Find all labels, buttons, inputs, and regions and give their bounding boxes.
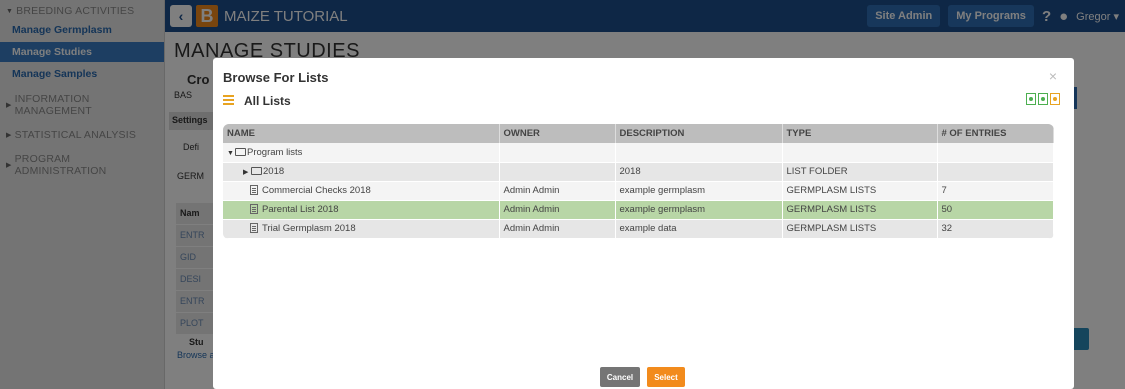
row-entries: 7 — [937, 181, 1054, 201]
row-owner: Admin Admin — [499, 200, 616, 220]
table-row[interactable]: Commercial Checks 2018 Admin Admin examp… — [223, 181, 1054, 201]
row-name-text: Program lists — [247, 146, 303, 158]
row-description: example germplasm — [615, 181, 783, 201]
row-entries — [937, 162, 1054, 182]
table-row[interactable]: ▶ 2018 2018 LIST FOLDER — [223, 162, 1054, 182]
lists-table: NAME OWNER DESCRIPTION TYPE # OF ENTRIES… — [223, 124, 1054, 239]
row-description: 2018 — [615, 162, 783, 182]
row-type: GERMPLASM LISTS — [782, 181, 938, 201]
row-name: Parental List 2018 — [223, 200, 500, 220]
row-name-text: Parental List 2018 — [262, 204, 339, 215]
row-name: Commercial Checks 2018 — [223, 181, 500, 201]
caret-down-icon[interactable]: ▼ — [227, 150, 235, 157]
folder-icon — [251, 167, 262, 175]
document-icon — [250, 223, 258, 233]
row-name-text: 2018 — [263, 166, 285, 177]
list-icon — [223, 95, 234, 106]
row-entries — [937, 143, 1054, 163]
row-description — [615, 143, 783, 163]
add-list-icon[interactable] — [1026, 93, 1036, 105]
select-button[interactable]: Select — [647, 367, 685, 387]
row-type — [782, 143, 938, 163]
folder-icon — [235, 147, 246, 156]
column-header-owner[interactable]: OWNER — [499, 124, 616, 143]
column-header-type[interactable]: TYPE — [782, 124, 938, 143]
row-entries: 50 — [937, 200, 1054, 220]
modal-title: Browse For Lists — [223, 70, 329, 85]
browse-lists-modal: Browse For Lists × All Lists NAME OWNER … — [213, 58, 1074, 389]
row-name: ▶ 2018 — [223, 162, 500, 182]
section-title: All Lists — [244, 94, 291, 108]
row-name-text: Trial Germplasm 2018 — [262, 223, 356, 234]
row-type: GERMPLASM LISTS — [782, 219, 938, 239]
row-name-text: Commercial Checks 2018 — [262, 185, 371, 196]
row-owner: Admin Admin — [499, 181, 616, 201]
column-header-name[interactable]: NAME — [223, 124, 500, 143]
close-icon[interactable]: × — [1049, 68, 1057, 84]
row-owner: Admin Admin — [499, 219, 616, 239]
column-header-description[interactable]: DESCRIPTION — [615, 124, 783, 143]
table-row[interactable]: Trial Germplasm 2018 Admin Admin example… — [223, 219, 1054, 239]
cancel-button[interactable]: Cancel — [600, 367, 640, 387]
row-description: example data — [615, 219, 783, 239]
row-type: LIST FOLDER — [782, 162, 938, 182]
row-entries: 32 — [937, 219, 1054, 239]
row-owner — [499, 143, 616, 163]
row-name: Trial Germplasm 2018 — [223, 219, 500, 239]
caret-right-icon[interactable]: ▶ — [243, 168, 251, 176]
row-name: ▼ Program lists — [223, 143, 500, 163]
table-row-selected[interactable]: Parental List 2018 Admin Admin example g… — [223, 200, 1054, 220]
row-owner — [499, 162, 616, 182]
document-icon — [250, 185, 258, 195]
table-row[interactable]: ▼ Program lists — [223, 143, 1054, 163]
document-icon — [250, 204, 258, 214]
add-folder-icon[interactable] — [1050, 93, 1060, 105]
row-type: GERMPLASM LISTS — [782, 200, 938, 220]
row-description: example germplasm — [615, 200, 783, 220]
column-header-entries[interactable]: # OF ENTRIES — [937, 124, 1054, 143]
rename-list-icon[interactable] — [1038, 93, 1048, 105]
